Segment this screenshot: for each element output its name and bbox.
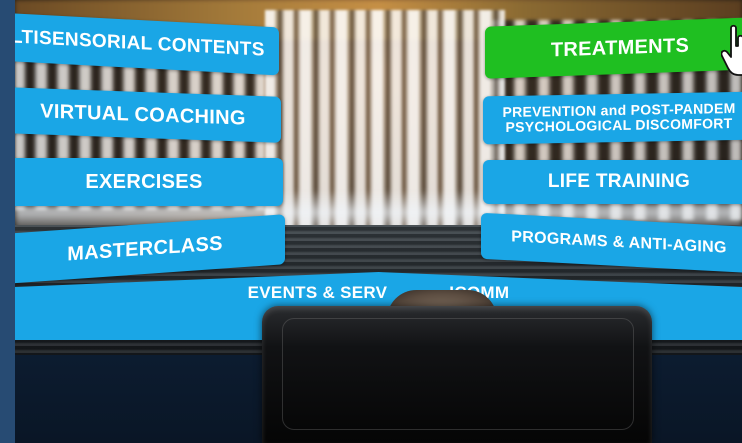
menu-button-life-training[interactable]: LIFE TRAINING [483, 160, 742, 204]
menu-button-prevention[interactable]: PREVENTION and POST-PANDEM PSYCHOLOGICAL… [483, 91, 742, 145]
menu-button-label: LIFE TRAINING [547, 171, 691, 193]
menu-button-label: EVENTS & SERV [247, 283, 388, 302]
menu-button-exercises[interactable]: EXERCISES [15, 158, 283, 206]
immersive-room-photo: LTISENSORIAL CONTENTS VIRTUAL COACHING E… [15, 0, 742, 443]
menu-button-label: PROGRAMS & ANTI-AGING [511, 227, 727, 257]
chair-seam [282, 318, 634, 430]
menu-button-label: EXERCISES [85, 170, 203, 193]
chair-back [262, 306, 652, 443]
menu-button-treatments[interactable]: TREATMENTS [485, 17, 742, 79]
menu-button-label: MASTERCLASS [67, 232, 223, 265]
menu-button-label: TREATMENTS [550, 34, 690, 61]
hand-pointer-icon [721, 24, 742, 76]
menu-button-label-line2: PSYCHOLOGICAL DISCOMFORT [505, 115, 733, 135]
menu-button-label: VIRTUAL COACHING [40, 99, 246, 130]
menu-button-virtual-coaching[interactable]: VIRTUAL COACHING [15, 87, 281, 143]
menu-button-label: LTISENSORIAL CONTENTS [15, 26, 265, 61]
